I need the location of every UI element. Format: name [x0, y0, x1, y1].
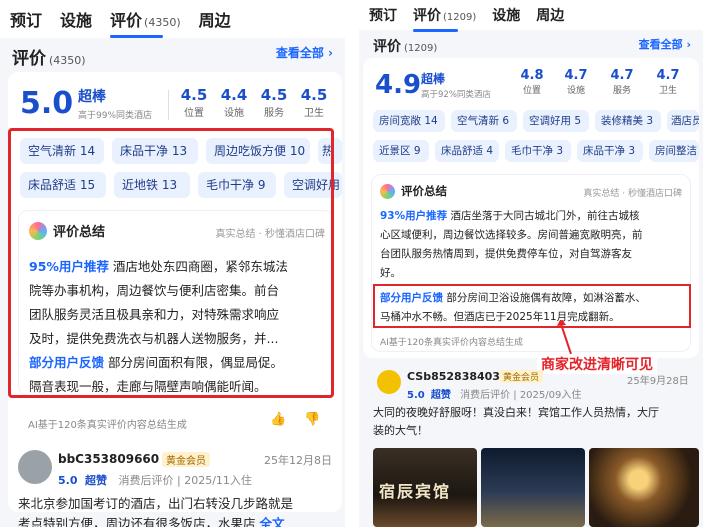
tag-chip[interactable]: 房间宽敞 14 [373, 110, 445, 132]
summary-text: 93%用户推荐 酒店坐落于大同古城北门外，前往古城核 心区域便利，周边餐饮选择较… [380, 210, 646, 323]
tab-booking[interactable]: 预订 [10, 7, 42, 31]
reviews-section-header: 评价 (4350) 查看全部 › [0, 44, 345, 69]
overall-score: 4.9 [375, 70, 422, 100]
review-summary-box: 评价总结 真实总结 · 秒懂酒店口碑 95%用户推荐 酒店地处东四商圈，紧邻东城… [18, 210, 334, 396]
tag-chip[interactable]: 周边吃饭方便 10 [206, 138, 310, 164]
right-screenshot: 预订 评价 (1209) 设施 周边 评价 (1209) 查看全部 › 4.9 超… [359, 0, 703, 527]
thumb-up-icon[interactable]: 👍 [270, 412, 286, 427]
score-divider [168, 90, 169, 120]
tag-chip[interactable]: 装修精美 3 [595, 110, 661, 132]
summary-header: 评价总结 [380, 183, 447, 199]
separator [345, 0, 359, 527]
tag-chip[interactable]: 房间整洁 [649, 140, 699, 162]
tag-chip[interactable]: 毛巾干净 9 [198, 172, 276, 198]
tab-reviews[interactable]: 评价 (1209) [413, 5, 476, 32]
left-screenshot: 预订 设施 评价 (4350) 周边 评价 (4350) 查看全部 › 5.0 超… [0, 0, 345, 527]
tag-chip[interactable]: 床品干净 13 [112, 138, 198, 164]
sub-score-location: 4.8 位置 [520, 68, 544, 96]
annotation-label: 商家改进清晰可见 [537, 354, 657, 374]
tab-facilities[interactable]: 设施 [492, 5, 520, 25]
review-user-name[interactable]: CSb852838403 [407, 370, 500, 383]
member-badge: 黄金会员 [162, 452, 210, 467]
photo-sign-text: 宿辰宾馆 [379, 482, 452, 501]
tab-reviews[interactable]: 评价 (4350) [110, 7, 181, 38]
member-badge: 黄金会员 [499, 370, 544, 383]
reviews-section-header: 评价 (1209) 查看全部 › [359, 36, 703, 56]
summary-title: 评价总结 [401, 184, 447, 198]
tag-chip[interactable]: 空调好用 6 [284, 172, 342, 198]
tag-chip[interactable]: 空气清新 14 [20, 138, 104, 164]
review-photo[interactable] [481, 448, 585, 527]
summary-text: 95%用户推荐 酒店地处东四商圈，紧邻东城法 院等办事机构，周边餐饮与便利店密集… [29, 259, 288, 394]
score-rank: 高于99%同类酒店 [78, 111, 153, 121]
score-rank: 高于92%同类酒店 [421, 90, 491, 100]
section-title: 评价 [12, 49, 46, 69]
tag-chip[interactable]: 热 [318, 138, 342, 164]
sub-score-service: 4.7 服务 [610, 68, 634, 96]
tag-chip[interactable]: 毛巾干净 3 [505, 140, 571, 162]
ai-footnote: AI基于120条真实评价内容总结生成 [380, 338, 523, 348]
tag-chip[interactable]: 酒店员 [667, 110, 699, 132]
sub-score-facilities: 4.4 设施 [220, 86, 248, 119]
review-user-name[interactable]: bbC353809660 [58, 452, 159, 466]
score-word: 超棒 [78, 89, 106, 105]
review-date: 25年12月8日 [264, 454, 332, 467]
expand-link[interactable]: 全文 [260, 516, 285, 527]
review-card: 5.0 超棒 高于99%同类酒店 4.5 位置 4.4 设施 4.5 服务 4.… [8, 72, 342, 512]
tab-nearby[interactable]: 周边 [199, 7, 231, 31]
thumb-down-icon[interactable]: 👎 [304, 412, 320, 427]
ai-logo-icon [380, 183, 395, 199]
review-card: 4.9 超棒 高于92%同类酒店 4.8 位置 4.7 设施 4.7 服务 4.… [363, 58, 699, 358]
tab-nearby[interactable]: 周边 [536, 5, 564, 25]
tag-chip[interactable]: 近地铁 13 [114, 172, 190, 198]
summary-source: 真实总结 · 秒懂酒店口碑 [583, 189, 682, 199]
section-count: (4350) [49, 54, 86, 67]
tag-chip[interactable]: 空调好用 5 [523, 110, 589, 132]
review-score-row: 5.0 超赞 消费后评价 | 2025/11入住 [58, 474, 252, 487]
sub-score-service: 4.5 服务 [260, 86, 288, 119]
review-date: 25年9月28日 [627, 376, 689, 387]
summary-source: 真实总结 · 秒懂酒店口碑 [215, 229, 325, 240]
tab-booking[interactable]: 预订 [369, 5, 397, 25]
see-all-link[interactable]: 查看全部 › [276, 44, 333, 61]
review-text: 大同的夜晚好舒服呀！真没白来！宾馆工作人员热情，大厅 装的大气！ [373, 406, 659, 437]
tag-chip[interactable]: 近景区 9 [373, 140, 429, 162]
overall-score: 5.0 [20, 86, 74, 121]
tag-chip[interactable]: 床品舒适 15 [20, 172, 106, 198]
review-photo[interactable]: 宿辰宾馆 [373, 448, 477, 527]
avatar[interactable] [18, 450, 52, 484]
section-title: 评价 [373, 39, 401, 55]
review-score-row: 5.0 超赞 消费后评价 | 2025/09入住 [407, 390, 582, 401]
sub-score-location: 4.5 位置 [180, 86, 208, 119]
tag-chip[interactable]: 空气清新 6 [451, 110, 517, 132]
sub-score-facilities: 4.7 设施 [564, 68, 588, 96]
summary-header: 评价总结 [29, 221, 105, 240]
ai-footnote: AI基于120条真实评价内容总结生成 [28, 420, 187, 431]
feedback-icons: 👍 👎 [270, 412, 321, 427]
see-all-link[interactable]: 查看全部 › [639, 36, 691, 52]
tag-chip[interactable]: 床品舒适 4 [435, 140, 499, 162]
summary-title: 评价总结 [53, 225, 106, 240]
score-word: 超棒 [421, 72, 446, 86]
sub-score-hygiene: 4.7 卫生 [656, 68, 680, 96]
top-tab-bar: 预订 评价 (1209) 设施 周边 [359, 0, 703, 32]
section-count: (1209) [404, 43, 438, 54]
sub-score-hygiene: 4.5 卫生 [300, 86, 328, 119]
tag-chip[interactable]: 床品干净 3 [577, 140, 643, 162]
tab-facilities[interactable]: 设施 [60, 7, 92, 31]
ai-logo-icon [29, 221, 47, 240]
top-tab-bar: 预订 设施 评价 (4350) 周边 [0, 0, 345, 38]
avatar[interactable] [377, 370, 401, 394]
review-text: 来北京参加国考订的酒店，出门右转没几步路就是 考点特别方便，周边还有很多饭店，水… [18, 494, 293, 527]
review-summary-box: 评价总结 真实总结 · 秒懂酒店口碑 93%用户推荐 酒店坐落于大同古城北门外，… [371, 174, 691, 352]
review-photo[interactable] [589, 448, 699, 527]
